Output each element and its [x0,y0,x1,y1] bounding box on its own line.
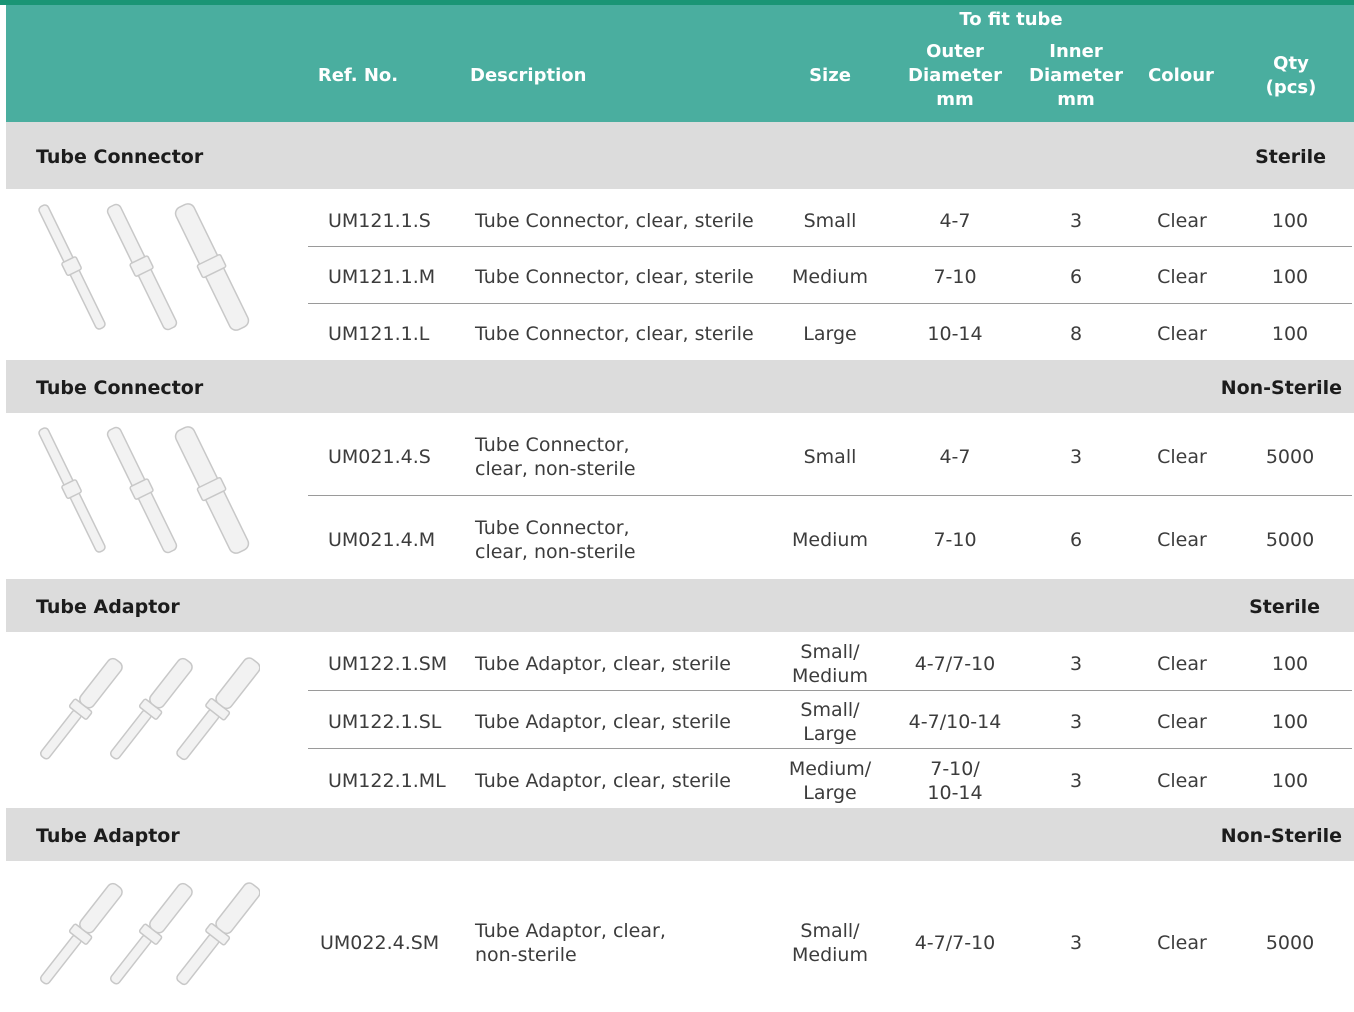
ref-cell: UM122.1.SM [328,653,448,675]
section-title: Tube Connector [36,377,204,399]
header-qty: Qty (pcs) [1265,53,1317,98]
colour-cell: Clear [1157,210,1207,232]
inner-diameter-cell: 3 [1069,932,1083,954]
qty-cell: 100 [1271,323,1309,345]
table-header: Ref. No. Description Size To fit tube Ou… [6,5,1354,122]
qty-cell: 5000 [1265,932,1315,954]
description-cell: Tube Connector, clear, sterile [475,210,754,232]
description-cell: Tube Connector, clear, non-sterile [475,517,636,563]
size-cell: Medium [792,529,868,551]
size-cell: Small [803,210,857,232]
description-cell: Tube Connector, clear, non-sterile [475,434,636,480]
row-divider [308,748,1352,749]
header-inner-diameter: Inner Diameter mm [1029,41,1123,110]
header-size: Size [809,65,851,86]
section-status: Non-Sterile [1220,377,1342,399]
outer-diameter-cell: 7-10 [933,529,977,551]
header-to-fit-tube: To fit tube [959,9,1063,30]
outer-diameter-cell: 7-10/ 10-14 [927,758,983,804]
outer-diameter-cell: 4-7/10-14 [908,711,1002,733]
description-cell: Tube Adaptor, clear, sterile [475,770,731,792]
colour-cell: Clear [1157,932,1207,954]
colour-cell: Clear [1157,323,1207,345]
row-divider [308,690,1352,691]
size-cell: Small [803,446,857,468]
qty-cell: 5000 [1265,446,1315,468]
size-cell: Medium [792,266,868,288]
tube-adaptor-image [39,882,260,986]
row-divider [308,246,1352,247]
outer-diameter-cell: 4-7/7-10 [914,653,996,675]
description-cell: Tube Adaptor, clear, sterile [475,653,731,675]
description-cell: Tube Adaptor, clear, sterile [475,711,731,733]
inner-diameter-cell: 3 [1069,446,1083,468]
section-status: Non-Sterile [1220,825,1342,847]
section-title: Tube Connector [36,146,204,168]
section-title: Tube Adaptor [36,825,180,847]
description-cell: Tube Connector, clear, sterile [475,323,754,345]
qty-cell: 100 [1271,770,1309,792]
outer-diameter-cell: 10-14 [927,323,983,345]
ref-cell: UM022.4.SM [320,932,440,954]
inner-diameter-cell: 3 [1069,770,1083,792]
colour-cell: Clear [1157,529,1207,551]
tube-connector-image [38,203,250,331]
section-header-tube-connector-non-sterile: Tube Connector Non-Sterile [6,360,1354,413]
outer-diameter-cell: 7-10 [933,266,977,288]
inner-diameter-cell: 6 [1069,529,1083,551]
tube-adaptor-image [39,657,260,761]
inner-diameter-cell: 3 [1069,653,1083,675]
inner-diameter-cell: 6 [1069,266,1083,288]
description-cell: Tube Connector, clear, sterile [475,266,754,288]
inner-diameter-cell: 8 [1069,323,1083,345]
size-cell: Small/ Large [800,699,860,745]
size-cell: Small/ Medium [792,920,868,966]
qty-cell: 100 [1271,653,1309,675]
qty-cell: 5000 [1265,529,1315,551]
ref-cell: UM122.1.ML [328,770,446,792]
section-header-tube-adaptor-sterile: Tube Adaptor Sterile [6,579,1354,632]
size-cell: Small/ Medium [792,641,868,687]
tube-connector-image [38,426,250,554]
header-outer-diameter: Outer Diameter mm [908,41,1002,110]
colour-cell: Clear [1157,653,1207,675]
inner-diameter-cell: 3 [1069,711,1083,733]
row-divider [308,495,1352,496]
ref-cell: UM121.1.L [328,323,430,345]
section-header-tube-adaptor-non-sterile: Tube Adaptor Non-Sterile [6,808,1354,861]
outer-diameter-cell: 4-7 [939,446,971,468]
section-title: Tube Adaptor [36,596,180,618]
colour-cell: Clear [1157,711,1207,733]
qty-cell: 100 [1271,266,1309,288]
ref-cell: UM122.1.SL [328,711,442,733]
ref-cell: UM121.1.M [328,266,436,288]
outer-diameter-cell: 4-7/7-10 [914,932,996,954]
section-status: Sterile [1249,596,1320,618]
qty-cell: 100 [1271,711,1309,733]
header-colour: Colour [1148,65,1214,86]
size-cell: Large [803,323,857,345]
ref-cell: UM021.4.S [328,446,431,468]
size-cell: Medium/ Large [788,758,872,804]
colour-cell: Clear [1157,770,1207,792]
inner-diameter-cell: 3 [1069,210,1083,232]
row-divider [308,303,1352,304]
colour-cell: Clear [1157,446,1207,468]
section-status: Sterile [1255,146,1326,168]
description-cell: Tube Adaptor, clear, non-sterile [475,920,666,966]
header-description: Description [470,65,587,86]
outer-diameter-cell: 4-7 [939,210,971,232]
ref-cell: UM021.4.M [328,529,436,551]
section-header-tube-connector-sterile: Tube Connector Sterile [6,122,1354,189]
qty-cell: 100 [1271,210,1309,232]
colour-cell: Clear [1157,266,1207,288]
ref-cell: UM121.1.S [328,210,431,232]
header-ref-no: Ref. No. [317,65,399,86]
